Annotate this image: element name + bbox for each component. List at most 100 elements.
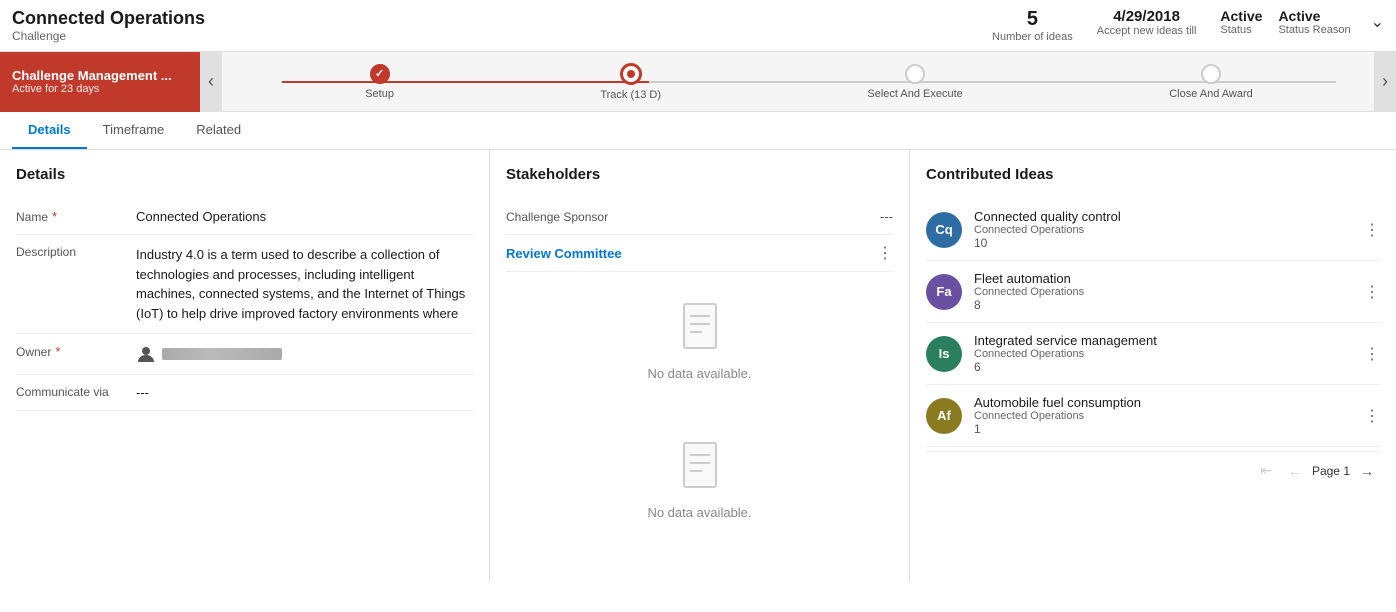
page-label: Page 1 xyxy=(1312,464,1350,478)
badge-days: Active for 23 days xyxy=(12,83,188,95)
idea-name-af: Automobile fuel consumption xyxy=(974,395,1352,410)
idea-avatar-fa: Fa xyxy=(926,274,962,310)
field-label-name: Name * xyxy=(16,209,136,224)
chevron-down-icon[interactable]: ⌄ xyxy=(1371,12,1384,32)
tab-related[interactable]: Related xyxy=(180,112,257,149)
idea-more-button-af[interactable]: ⋮ xyxy=(1364,406,1380,426)
step-label-select: Select And Execute xyxy=(867,88,962,100)
ideas-count-label: Number of ideas xyxy=(992,31,1073,43)
sponsor-no-data: No data available. xyxy=(506,411,893,550)
no-data-icon-sponsor xyxy=(680,441,720,497)
step-label-track: Track (13 D) xyxy=(600,89,661,101)
step-circle-select xyxy=(905,64,925,84)
tab-details[interactable]: Details xyxy=(12,112,87,149)
status-label: Status xyxy=(1220,24,1262,36)
page-first-button[interactable]: ⇤ xyxy=(1254,460,1278,481)
date-label: Accept new ideas till xyxy=(1097,25,1197,37)
stakeholders-panel-title: Stakeholders xyxy=(506,166,893,183)
owner-name-blurred xyxy=(162,348,282,360)
progress-steps: Setup Track (13 D) Select And Execute Cl… xyxy=(222,63,1396,101)
idea-org-af: Connected Operations xyxy=(974,410,1352,422)
review-committee-label: Review Committee xyxy=(506,246,622,261)
field-value-name: Connected Operations xyxy=(136,209,473,224)
step-label-setup: Setup xyxy=(365,88,394,100)
step-circle-setup xyxy=(370,64,390,84)
idea-count-cq: 10 xyxy=(974,236,1352,250)
idea-name-cq: Connected quality control xyxy=(974,209,1352,224)
ideas-count-value: 5 xyxy=(1027,8,1038,31)
idea-item-af: Af Automobile fuel consumption Connected… xyxy=(926,385,1380,447)
idea-more-button-fa[interactable]: ⋮ xyxy=(1364,282,1380,302)
step-circle-track xyxy=(620,63,642,85)
meta-status-block: Active Status Active Status Reason ⌄ xyxy=(1220,8,1384,36)
idea-count-is: 6 xyxy=(974,360,1352,374)
sponsor-row: Challenge Sponsor --- xyxy=(506,199,893,235)
field-label-communicate: Communicate via xyxy=(16,385,136,399)
idea-avatar-is: Is xyxy=(926,336,962,372)
idea-more-button-cq[interactable]: ⋮ xyxy=(1364,220,1380,240)
idea-info-af: Automobile fuel consumption Connected Op… xyxy=(974,395,1352,436)
idea-info-fa: Fleet automation Connected Operations 8 xyxy=(974,271,1352,312)
sponsor-no-data-text: No data available. xyxy=(647,505,751,520)
challenge-badge[interactable]: Challenge Management ... Active for 23 d… xyxy=(0,52,200,112)
meta-ideas: 5 Number of ideas xyxy=(992,8,1073,43)
idea-count-af: 1 xyxy=(974,422,1352,436)
date-value: 4/29/2018 xyxy=(1113,8,1180,25)
idea-name-is: Integrated service management xyxy=(974,333,1352,348)
idea-info-cq: Connected quality control Connected Oper… xyxy=(974,209,1352,250)
review-committee-more-button[interactable]: ⋮ xyxy=(877,243,893,263)
page-title: Connected Operations xyxy=(12,8,992,29)
field-owner: Owner * xyxy=(16,334,473,375)
status-reason-value: Active xyxy=(1278,8,1350,24)
field-label-description: Description xyxy=(16,245,136,259)
progress-section: Challenge Management ... Active for 23 d… xyxy=(0,52,1396,112)
step-close: Close And Award xyxy=(1169,64,1253,100)
badge-title: Challenge Management ... xyxy=(12,68,188,83)
page-header: Connected Operations Challenge 5 Number … xyxy=(0,0,1396,52)
details-panel: Details Name * Connected Operations Desc… xyxy=(0,150,490,582)
step-select: Select And Execute xyxy=(867,64,962,100)
status-block: Active Status xyxy=(1220,8,1262,36)
main-content: Details Name * Connected Operations Desc… xyxy=(0,150,1396,582)
idea-more-button-is[interactable]: ⋮ xyxy=(1364,344,1380,364)
idea-item-is: Is Integrated service management Connect… xyxy=(926,323,1380,385)
page-next-button[interactable]: → xyxy=(1354,461,1380,481)
idea-avatar-af: Af xyxy=(926,398,962,434)
field-value-communicate: --- xyxy=(136,385,473,400)
idea-name-fa: Fleet automation xyxy=(974,271,1352,286)
step-circle-close xyxy=(1201,64,1221,84)
field-label-owner: Owner * xyxy=(16,344,136,359)
idea-org-is: Connected Operations xyxy=(974,348,1352,360)
page-prev-button[interactable]: ← xyxy=(1282,461,1308,481)
review-committee-header: Review Committee ⋮ xyxy=(506,235,893,272)
sponsor-value: --- xyxy=(880,209,893,224)
details-panel-title: Details xyxy=(16,166,473,183)
field-value-description: Industry 4.0 is a term used to describe … xyxy=(136,245,473,323)
review-committee-no-data: No data available. xyxy=(506,272,893,411)
tab-timeframe[interactable]: Timeframe xyxy=(87,112,181,149)
stakeholders-panel: Stakeholders Challenge Sponsor --- Revie… xyxy=(490,150,910,582)
ideas-panel: Contributed Ideas Cq Connected quality c… xyxy=(910,150,1396,582)
ideas-list: Cq Connected quality control Connected O… xyxy=(926,199,1380,447)
pagination: ⇤ ← Page 1 → xyxy=(926,451,1380,489)
idea-item-cq: Cq Connected quality control Connected O… xyxy=(926,199,1380,261)
no-data-icon-committee xyxy=(680,302,720,358)
meta-date: 4/29/2018 Accept new ideas till xyxy=(1097,8,1197,37)
required-star-owner: * xyxy=(55,344,60,359)
ideas-panel-title: Contributed Ideas xyxy=(926,166,1380,183)
page-subtitle: Challenge xyxy=(12,29,992,43)
idea-avatar-cq: Cq xyxy=(926,212,962,248)
idea-org-fa: Connected Operations xyxy=(974,286,1352,298)
nav-arrow-right[interactable]: › xyxy=(1374,52,1396,112)
nav-arrow-left[interactable]: ‹ xyxy=(200,52,222,112)
header-meta: 5 Number of ideas 4/29/2018 Accept new i… xyxy=(992,8,1384,43)
idea-item-fa: Fa Fleet automation Connected Operations… xyxy=(926,261,1380,323)
header-title-block: Connected Operations Challenge xyxy=(12,8,992,43)
review-committee-no-data-text: No data available. xyxy=(647,366,751,381)
required-star-name: * xyxy=(52,209,57,224)
status-reason-block: Active Status Reason xyxy=(1278,8,1350,36)
progress-line-filled xyxy=(282,81,649,83)
status-reason-label: Status Reason xyxy=(1278,24,1350,36)
step-label-close: Close And Award xyxy=(1169,88,1253,100)
idea-count-fa: 8 xyxy=(974,298,1352,312)
